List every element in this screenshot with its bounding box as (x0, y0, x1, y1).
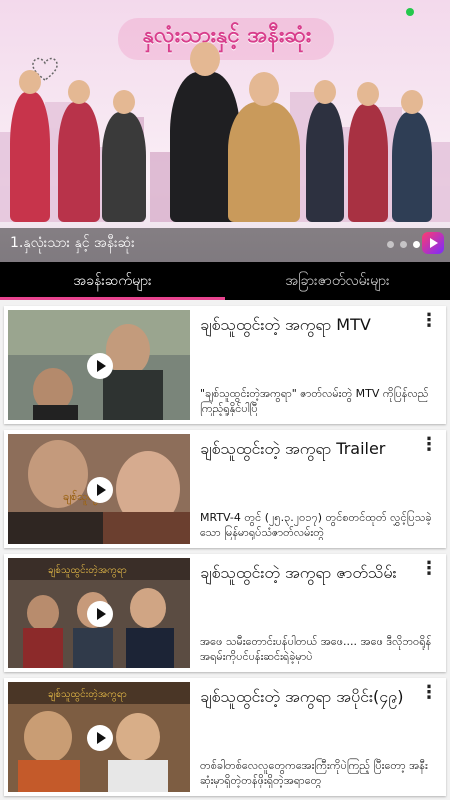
carousel-dot[interactable] (400, 241, 407, 248)
play-icon[interactable] (87, 477, 113, 503)
cast-figure (10, 70, 50, 222)
video-description: တစ်ခါတစ်လေလူတွေကအေးကြီးကိုပဲကြည့် ပြီးတေ… (200, 759, 428, 787)
more-options-icon[interactable]: ⋮ (420, 560, 438, 578)
video-description: MRTV-4 တွင် (၂၅.၃.၂၀၁၇) တွင်စတင်ထုတ် လွှ… (200, 511, 432, 539)
carousel-dots[interactable] (387, 241, 420, 248)
video-thumbnail[interactable]: ချစ်သူထွင်းတဲ့အကွရာ (8, 558, 190, 668)
video-item[interactable]: ချစ်သူထွင်းတဲ့အကွရာ ချစ်သူထွင်းတဲ့ အကွရာ… (4, 554, 446, 672)
cast-figure (102, 90, 146, 222)
carousel-dot[interactable] (387, 241, 394, 248)
video-item[interactable]: ချစ်သူထွ ချစ်သူထွင်းတဲ့ အကွရာ Trailer ⋮ … (4, 430, 446, 548)
video-description: အဖေ သမီးတောင်းပန်ပါတယ် အဖေ.... အဖေ ဒီလို… (200, 635, 432, 663)
svg-text:ချစ်သူထွင်းတဲ့အကွရာ: ချစ်သူထွင်းတဲ့အကွရာ (48, 563, 127, 578)
tab-bar: အခန်းဆက်များ အခြားဇာတ်လမ်းများ (0, 262, 450, 300)
video-description: "ချစ်သူထွင်းတဲ့အကွရာ" ဇာတ်လမ်းတွဲ MTV ကိ… (200, 387, 429, 415)
cast-figure (306, 80, 344, 222)
tab-other-stories[interactable]: အခြားဇာတ်လမ်းများ (225, 262, 450, 300)
play-icon[interactable] (87, 725, 113, 751)
video-item[interactable]: ချစ်သူထွင်းတဲ့အကွရာ ချစ်သူထွင်းတဲ့ အကွရာ… (4, 678, 446, 796)
cast-figure (58, 80, 100, 222)
svg-text:ချစ်သူထွင်းတဲ့အကွရာ: ချစ်သူထွင်းတဲ့အကွရာ (48, 687, 127, 702)
banner-caption: 1.နှလုံးသား နှင့် အနီးဆုံး (10, 235, 135, 251)
play-icon[interactable] (87, 601, 113, 627)
video-thumbnail[interactable]: ချစ်သူထွ (8, 434, 190, 544)
carousel-dot-active[interactable] (413, 241, 420, 248)
video-item[interactable]: ချစ်သူထွင်းတဲ့ အကွရာ MTV ⋮ "ချစ်သူထွင်းတ… (4, 306, 446, 424)
video-title[interactable]: ချစ်သူထွင်းတဲ့ အကွရာ ဇာတ်သိမ်း (200, 562, 420, 586)
banner-title: နှလုံးသားနှင့် အနီးဆုံး (142, 23, 312, 48)
more-options-icon[interactable]: ⋮ (420, 312, 438, 330)
video-thumbnail[interactable] (8, 310, 190, 420)
video-thumbnail[interactable]: ချစ်သူထွင်းတဲ့အကွရာ (8, 682, 190, 792)
cast-figure (392, 90, 432, 222)
video-title[interactable]: ချစ်သူထွင်းတဲ့ အကွရာ Trailer (200, 438, 420, 462)
more-options-icon[interactable]: ⋮ (420, 436, 438, 454)
more-options-icon[interactable]: ⋮ (420, 684, 438, 702)
status-dot (406, 8, 414, 16)
cast-figure (228, 72, 300, 222)
video-title[interactable]: ချစ်သူထွင်းတဲ့ အကွရာ အပိုင်း(၄၉) (200, 686, 420, 710)
play-icon[interactable] (87, 353, 113, 379)
tab-episodes[interactable]: အခန်းဆက်များ (0, 262, 225, 300)
video-title[interactable]: ချစ်သူထွင်းတဲ့ အကွရာ MTV (200, 314, 420, 338)
cast-figure (348, 82, 388, 222)
app-play-icon (422, 232, 444, 254)
tab-divider (0, 300, 450, 304)
featured-banner[interactable]: နှလုံးသားနှင့် အနီးဆုံး 1.နှလုံးသား နှင့… (0, 0, 450, 262)
